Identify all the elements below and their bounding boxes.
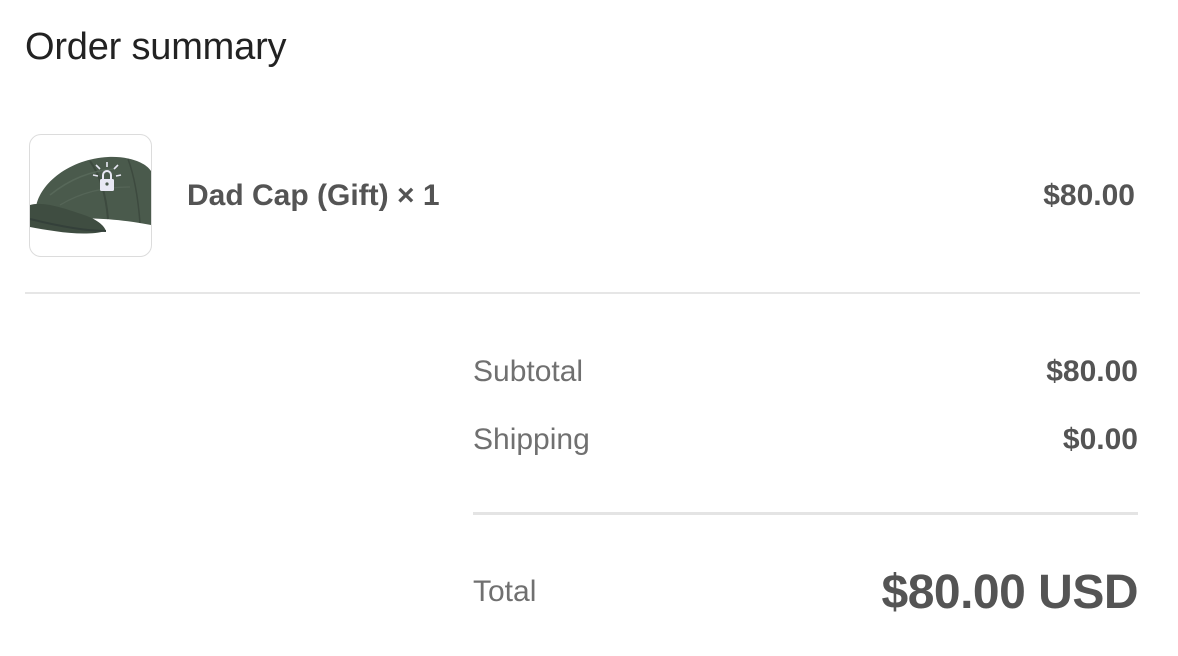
shipping-row: Shipping $0.00 xyxy=(473,418,1138,462)
total-label: Total xyxy=(473,575,537,608)
shipping-value: $0.00 xyxy=(1062,423,1138,456)
subtotal-value: $80.00 xyxy=(1046,355,1138,388)
subtotal-row: Subtotal $80.00 xyxy=(473,350,1138,394)
cost-summary: Subtotal $80.00 Shipping $0.00 xyxy=(473,350,1138,486)
total-value: $80.00 USD xyxy=(881,566,1139,619)
subtotal-label: Subtotal xyxy=(473,355,584,388)
product-name: Dad Cap (Gift) × 1 xyxy=(187,179,440,212)
shipping-label: Shipping xyxy=(473,423,590,456)
divider xyxy=(25,292,1140,294)
page-title: Order summary xyxy=(25,26,287,68)
product-price: $80.00 xyxy=(1043,179,1135,212)
hat-thumbnail-icon xyxy=(30,156,151,234)
divider xyxy=(473,512,1138,515)
line-item: Dad Cap (Gift) × 1 $80.00 xyxy=(25,134,1137,258)
product-thumbnail xyxy=(29,134,152,257)
